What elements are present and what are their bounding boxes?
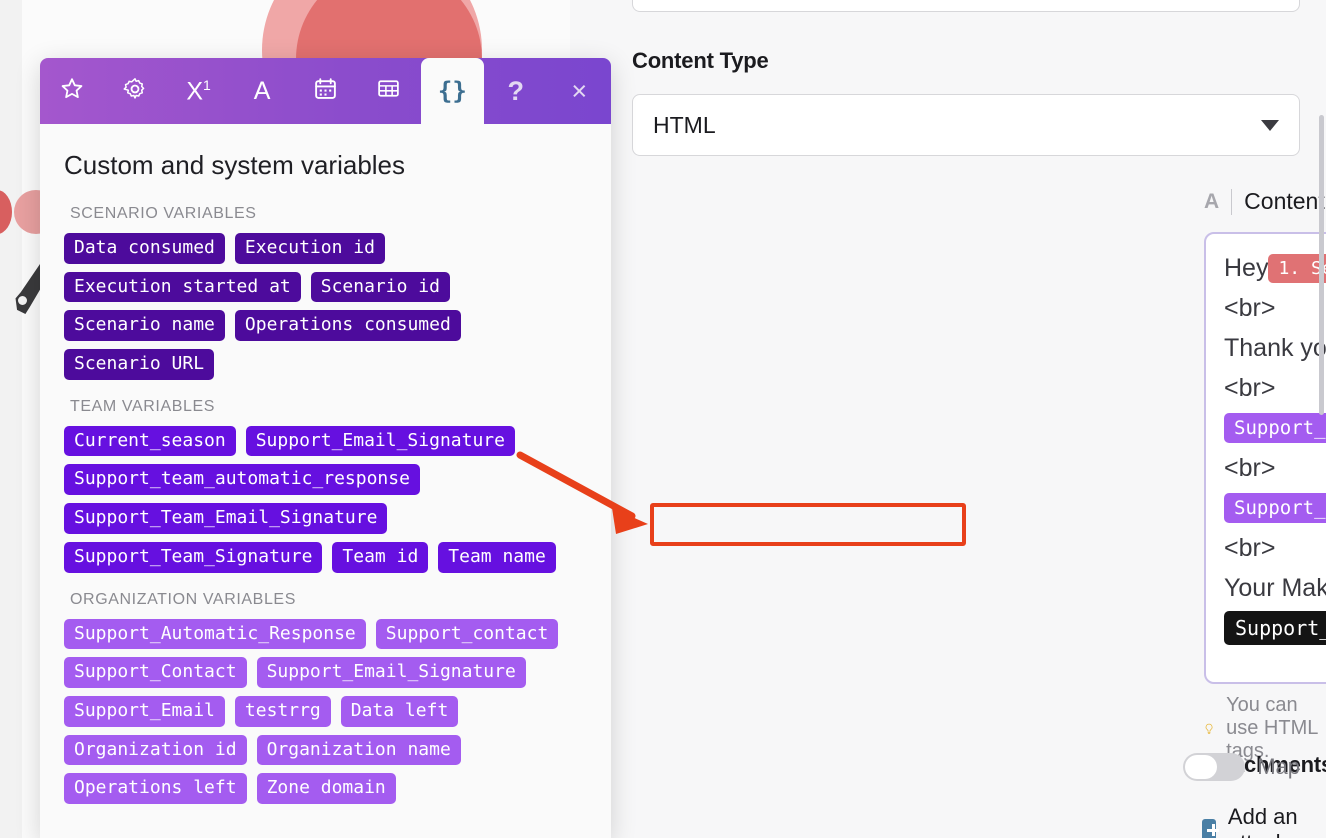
popup-body: Custom and system variables SCENARIO VAR…	[40, 124, 611, 804]
variables-braces-icon-glyph: {}	[437, 77, 467, 105]
variable-chip[interactable]: Support_team_automatic_response	[64, 464, 420, 496]
content-type-value: HTML	[653, 111, 716, 138]
text-format-icon[interactable]: A	[230, 58, 293, 124]
variable-chip[interactable]: Support_Email	[64, 695, 225, 727]
editor-text: <br>	[1224, 533, 1276, 562]
variable-chip[interactable]: Support_Team_Signature	[64, 541, 323, 573]
close-icon-glyph: ×	[571, 75, 588, 106]
editor-text: Your Make team	[1224, 573, 1326, 602]
editor-variable-chip[interactable]: Support_Automatic_Response	[1224, 413, 1326, 443]
variable-chip[interactable]: Current_season	[64, 425, 236, 457]
variable-chip[interactable]: Support_Automatic_Response	[64, 618, 366, 650]
settings-gear-icon[interactable]	[103, 58, 166, 124]
superscript-icon-glyph: X1	[186, 76, 211, 106]
lightbulb-icon	[1205, 723, 1213, 734]
variable-chip[interactable]: Scenario name	[64, 310, 225, 342]
variable-chip[interactable]: Support_Contact	[64, 657, 247, 688]
map-toggle[interactable]	[1183, 753, 1246, 781]
module-settings-panel: Content Type HTML A Content Hey 1. Sende…	[570, 0, 1326, 838]
editor-line: Thank you for contacting us.	[1224, 328, 1326, 368]
text-type-icon: A	[1204, 189, 1220, 213]
superscript-icon[interactable]: X1	[167, 58, 230, 124]
panel-scrollbar[interactable]	[1319, 115, 1324, 415]
screenshot-root: Content Type HTML A Content Hey 1. Sende…	[0, 0, 1326, 838]
editor-line: Hey 1. Sender: Sender name,	[1224, 248, 1326, 288]
section-heading-scenario: SCENARIO VARIABLES	[70, 205, 257, 222]
favorites-icon-glyph	[59, 76, 85, 107]
calendar-icon[interactable]	[294, 58, 357, 124]
editor-text: Thank you for contacting us.	[1224, 333, 1326, 362]
chip-row-scenario: Data consumed Execution id Execution start…	[64, 233, 587, 380]
map-toggle-group[interactable]: Map	[1183, 753, 1300, 781]
settings-gear-icon-glyph	[122, 76, 148, 107]
variable-chip[interactable]: Operations left	[64, 773, 247, 804]
editor-line: <br>	[1224, 288, 1326, 328]
variable-chip[interactable]: Scenario id	[310, 271, 450, 303]
add-attachment-label: Add an attachment	[1227, 804, 1326, 838]
editor-variable-chip[interactable]: Support_Phone	[1224, 611, 1326, 645]
variable-chip[interactable]: Operations consumed	[234, 310, 461, 342]
content-type-select[interactable]: HTML	[632, 94, 1300, 156]
variable-chip[interactable]: Support_Email_Signature	[256, 657, 526, 688]
editor-line: <br>	[1224, 368, 1326, 408]
plus-icon	[1202, 819, 1219, 838]
text-format-icon-glyph: A	[253, 76, 271, 105]
calendar-icon-glyph	[313, 76, 338, 106]
add-attachment-button[interactable]: Add an attachment	[1202, 804, 1326, 838]
content-editor[interactable]: Hey 1. Sender: Sender name, <br> Thank you…	[1204, 232, 1326, 684]
subject-field-cropped[interactable]	[632, 0, 1300, 12]
variable-chip[interactable]: Team name	[438, 541, 556, 573]
variable-chip[interactable]: Organization name	[256, 734, 461, 766]
variable-chip[interactable]: Execution id	[234, 233, 385, 264]
content-label: Content	[1244, 188, 1325, 214]
editor-line: <br>	[1224, 448, 1326, 488]
section-heading-team: TEAM VARIABLES	[70, 397, 216, 415]
table-icon[interactable]	[357, 58, 420, 124]
editor-chip-sender[interactable]: 1. Sender: Sender name	[1268, 253, 1326, 283]
editor-variable-chip[interactable]: Support_Email_Signature	[1224, 493, 1326, 523]
editor-lines: Hey 1. Sender: Sender name, <br> Thank you…	[1224, 248, 1326, 648]
help-icon[interactable]: ?	[484, 58, 547, 124]
editor-line: Your Make team	[1224, 568, 1326, 608]
variables-popup: X1 A {}? × Custom and system variables SCEN…	[40, 58, 611, 838]
variable-chip[interactable]: Support_contact	[375, 618, 559, 650]
close-icon[interactable]: ×	[548, 58, 611, 124]
variable-chip[interactable]: Data consumed	[64, 233, 225, 264]
table-icon-glyph	[376, 76, 401, 106]
editor-line: Support_Automatic_Response	[1224, 408, 1326, 448]
chip-row-team: Current_season Support_Email_Signature Sup…	[64, 425, 587, 573]
editor-line: Support_Phone	[1224, 608, 1326, 648]
content-type-label: Content Type	[632, 48, 769, 73]
variable-chip[interactable]: testrrg	[234, 695, 331, 727]
editor-text: Hey	[1224, 253, 1269, 282]
variable-chip[interactable]: Data left	[340, 695, 459, 727]
variable-chip[interactable]: Team id	[332, 541, 429, 573]
variable-chip[interactable]: Zone domain	[256, 773, 396, 804]
chip-row-org: Support_Automatic_Response Support_contac…	[64, 618, 587, 804]
variables-braces-icon[interactable]: {}	[420, 58, 485, 124]
editor-line: <br>	[1224, 528, 1326, 568]
wrench-hole	[18, 296, 27, 305]
help-icon-glyph: ?	[507, 75, 525, 106]
popup-toolbar: X1 A {}? ×	[40, 58, 611, 124]
content-field-header: A Content	[1204, 188, 1325, 215]
variable-chip[interactable]: Support_Team_Email_Signature	[64, 503, 388, 534]
editor-line: Support_Email_Signature	[1224, 488, 1326, 528]
editor-text: <br>	[1224, 373, 1276, 402]
scenario-module-circle-edge	[0, 190, 12, 234]
variable-chip[interactable]: Organization id	[64, 734, 247, 766]
variable-chip[interactable]: Scenario URL	[64, 349, 215, 380]
chevron-down-icon	[1261, 119, 1279, 131]
variable-chip[interactable]: Support_Email_Signature	[245, 425, 515, 457]
variable-sections: SCENARIO VARIABLES Data consumed Execution…	[64, 205, 587, 804]
editor-text: <br>	[1224, 293, 1276, 322]
variable-chip[interactable]: Execution started at	[64, 271, 301, 303]
editor-text: <br>	[1224, 453, 1276, 482]
favorites-icon[interactable]	[40, 58, 103, 124]
map-toggle-knob	[1185, 755, 1218, 779]
popup-title: Custom and system variables	[64, 150, 406, 180]
section-heading-org: ORGANIZATION VARIABLES	[70, 590, 296, 608]
map-toggle-label: Map	[1257, 754, 1300, 779]
